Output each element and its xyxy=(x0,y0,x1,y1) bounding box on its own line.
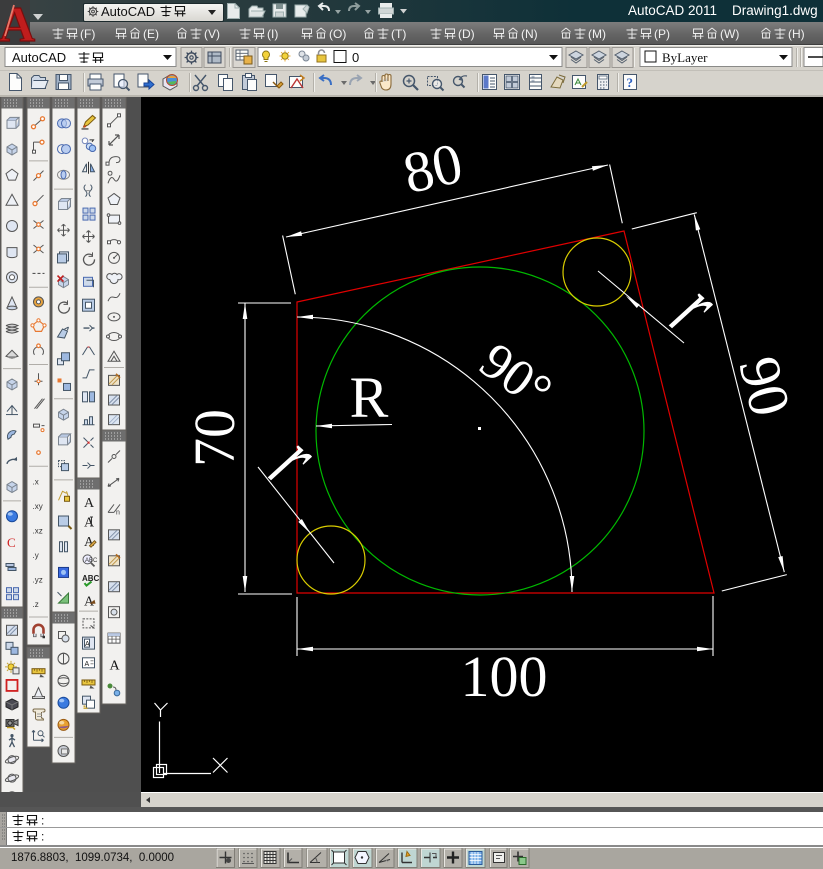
svg-text:(V): (V) xyxy=(204,27,220,41)
svg-text:100: 100 xyxy=(461,644,548,709)
svg-text:A: A xyxy=(110,659,121,674)
svg-text:(E): (E) xyxy=(143,27,159,41)
svg-text:70: 70 xyxy=(182,409,247,467)
svg-text:A: A xyxy=(84,496,95,511)
svg-text:C: C xyxy=(7,535,16,550)
svg-text::: : xyxy=(41,830,44,844)
svg-text:n: n xyxy=(116,509,120,516)
svg-text:A: A xyxy=(84,516,95,531)
svg-text:.yz: .yz xyxy=(33,575,43,584)
svg-text:(W): (W) xyxy=(720,27,739,41)
svg-text:(N): (N) xyxy=(521,27,538,41)
svg-text:(I): (I) xyxy=(267,27,278,41)
svg-text:0: 0 xyxy=(352,50,359,65)
svg-text:(M): (M) xyxy=(588,27,606,41)
svg-text:(O): (O) xyxy=(329,27,346,41)
svg-text:(T): (T) xyxy=(391,27,406,41)
svg-text::: : xyxy=(41,814,44,828)
svg-text:R: R xyxy=(350,365,389,430)
svg-text:A: A xyxy=(85,641,90,648)
svg-text:.z: .z xyxy=(33,600,39,609)
svg-text:.y: .y xyxy=(33,551,39,560)
svg-text:(H): (H) xyxy=(788,27,805,41)
svg-text:AutoCAD: AutoCAD xyxy=(12,50,66,65)
svg-text:?: ? xyxy=(627,75,634,90)
svg-text:A: A xyxy=(85,661,90,668)
svg-text:ByLayer: ByLayer xyxy=(662,50,708,65)
svg-text:.x: .x xyxy=(33,478,39,487)
svg-text:(F): (F) xyxy=(80,27,95,41)
svg-text:A: A xyxy=(0,0,35,45)
svg-text:(P): (P) xyxy=(654,27,670,41)
svg-text:ABC: ABC xyxy=(85,558,98,564)
svg-text:.xy: .xy xyxy=(33,502,43,511)
svg-text:.xz: .xz xyxy=(33,526,43,535)
svg-text:(D): (D) xyxy=(458,27,475,41)
